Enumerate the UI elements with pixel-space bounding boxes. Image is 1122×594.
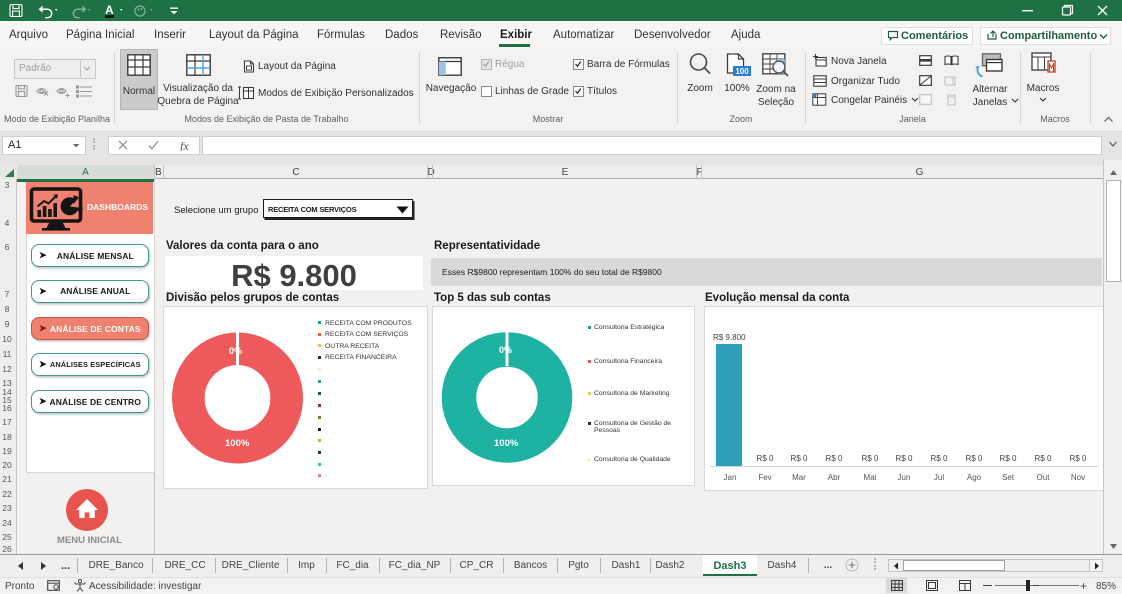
svg-text:A: A [105, 3, 114, 17]
svg-text:...: ... [61, 561, 70, 571]
svg-text:fx: fx [180, 140, 189, 151]
svg-text:100: 100 [735, 67, 749, 76]
